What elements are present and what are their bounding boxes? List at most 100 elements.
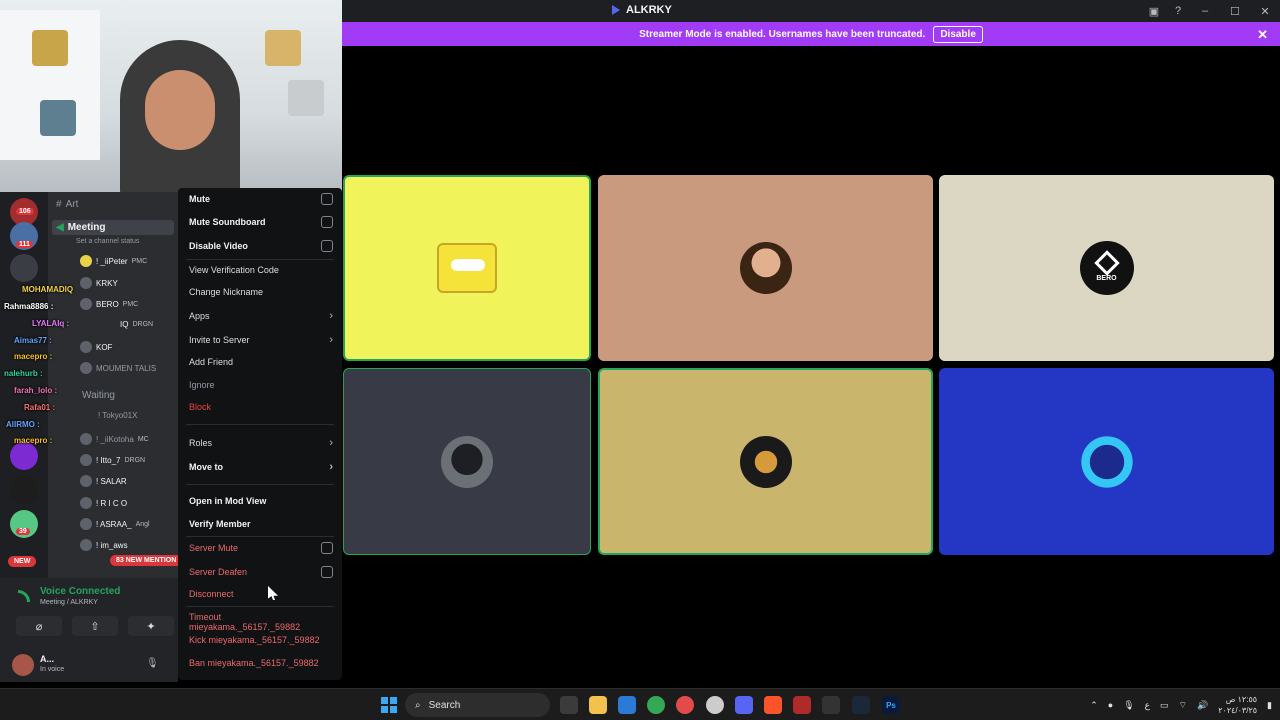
screen-icon[interactable]: ▣ bbox=[1142, 0, 1166, 22]
waiting-member[interactable]: ! R I C O bbox=[80, 497, 127, 509]
menu-item-add-friend[interactable]: Add Friend bbox=[189, 357, 333, 367]
notification-icon[interactable]: ▮ bbox=[1267, 700, 1272, 711]
checkbox[interactable] bbox=[321, 193, 333, 205]
menu-item-ban[interactable]: Ban mieyakama._56157._59882 bbox=[189, 658, 333, 668]
checkbox[interactable] bbox=[321, 240, 333, 252]
member-name: BERO bbox=[96, 299, 119, 309]
menu-item-move-to[interactable]: Move to › bbox=[189, 461, 333, 473]
voice-member[interactable]: ! _iiPeter PMC bbox=[80, 255, 147, 267]
screenshare-icon[interactable]: ⇧ bbox=[72, 616, 118, 636]
settings-icon[interactable] bbox=[706, 696, 724, 714]
new-mentions-badge[interactable]: 83 NEW MENTION bbox=[110, 555, 183, 566]
store-icon[interactable] bbox=[618, 696, 636, 714]
photoshop-icon[interactable]: Ps bbox=[882, 696, 900, 714]
menu-item-disable-video[interactable]: Disable Video bbox=[189, 240, 333, 252]
chat-line: nalehurb : bbox=[4, 369, 43, 378]
language-indicator[interactable]: ع bbox=[1145, 700, 1150, 711]
video-tile-bero[interactable]: BERO bbox=[939, 175, 1274, 361]
voice-member[interactable]: KOF bbox=[80, 341, 112, 353]
voice-member[interactable]: BERO PMC bbox=[80, 298, 138, 310]
menu-item-server-deafen[interactable]: Server Deafen bbox=[189, 566, 333, 578]
disable-streamer-button[interactable]: Disable bbox=[933, 25, 983, 43]
help-icon[interactable]: ? bbox=[1166, 0, 1190, 22]
checkbox[interactable] bbox=[321, 566, 333, 578]
menu-label: Ignore bbox=[189, 380, 215, 390]
voice-member[interactable]: MOUMEN TALIS bbox=[80, 362, 156, 374]
checkbox[interactable] bbox=[321, 542, 333, 554]
menu-item-apps[interactable]: Apps › bbox=[189, 310, 333, 322]
menu-item-view-verification-code[interactable]: View Verification Code bbox=[189, 265, 333, 275]
app-icon[interactable] bbox=[676, 696, 694, 714]
title-controls: ▣ ? – ☐ ✕ bbox=[1142, 0, 1280, 22]
video-tile-dark[interactable] bbox=[343, 368, 591, 555]
voice-member[interactable]: KRKY bbox=[80, 277, 118, 289]
volume-icon[interactable]: 🔊 bbox=[1197, 700, 1208, 711]
microphone-icon[interactable]: 🎙 bbox=[1123, 700, 1134, 711]
menu-item-verify-member[interactable]: Verify Member bbox=[189, 519, 333, 529]
waiting-member[interactable]: ! _iiKotoha MC bbox=[80, 433, 149, 445]
brave-icon[interactable] bbox=[764, 696, 782, 714]
menu-item-invite-to-server[interactable]: Invite to Server › bbox=[189, 334, 333, 346]
menu-item-mute[interactable]: Mute bbox=[189, 193, 333, 205]
member-avatar bbox=[80, 277, 92, 289]
minimize-button[interactable]: – bbox=[1190, 0, 1220, 22]
close-window-button[interactable]: ✕ bbox=[1250, 0, 1280, 22]
menu-item-roles[interactable]: Roles › bbox=[189, 437, 333, 449]
steam-icon[interactable] bbox=[852, 696, 870, 714]
user-name[interactable]: A... bbox=[40, 654, 54, 664]
channel-waiting[interactable]: Waiting bbox=[82, 390, 115, 401]
voice-member[interactable]: IQ DRGN bbox=[120, 320, 153, 329]
menu-item-mute-soundboard[interactable]: Mute Soundboard bbox=[189, 216, 333, 228]
microphone-icon[interactable]: 🎙 bbox=[146, 658, 159, 669]
waiting-member[interactable]: ! im_aws bbox=[80, 539, 128, 551]
voice-channel-path[interactable]: Meeting / ALKRKY bbox=[40, 599, 98, 606]
voice-connected-title[interactable]: Voice Connected bbox=[40, 586, 120, 597]
close-icon[interactable]: ✕ bbox=[1257, 27, 1268, 43]
new-badge[interactable]: NEW bbox=[8, 556, 37, 567]
menu-item-disconnect[interactable]: Disconnect bbox=[189, 589, 333, 599]
channel-status[interactable]: Set a channel status bbox=[76, 238, 139, 245]
menu-item-ignore[interactable]: Ignore bbox=[189, 380, 333, 390]
menu-label: Add Friend bbox=[189, 357, 234, 367]
file-explorer-icon[interactable] bbox=[589, 696, 607, 714]
server-badge-2: 111 bbox=[16, 241, 33, 248]
waiting-member[interactable]: ! ASRAA_ Angl bbox=[80, 518, 150, 530]
activities-icon[interactable]: ✦ bbox=[128, 616, 174, 636]
checkbox[interactable] bbox=[321, 216, 333, 228]
video-tile-minecraft[interactable] bbox=[598, 368, 933, 555]
waiting-member[interactable]: ! SALAR bbox=[80, 475, 127, 487]
maximize-button[interactable]: ☐ bbox=[1220, 0, 1250, 22]
task-view-icon[interactable] bbox=[560, 696, 578, 714]
tray-app-icon[interactable]: ● bbox=[1108, 700, 1113, 710]
windows-start-icon[interactable] bbox=[381, 697, 397, 713]
channel-meeting[interactable]: ◀ Meeting bbox=[52, 220, 174, 235]
server-icon-5[interactable] bbox=[10, 476, 38, 504]
taskbar-search[interactable]: ⌕ Search bbox=[405, 693, 550, 717]
menu-item-block[interactable]: Block bbox=[189, 402, 333, 412]
server-icon-3[interactable] bbox=[10, 254, 38, 282]
member-tag: MC bbox=[137, 435, 149, 443]
menu-item-server-mute[interactable]: Server Mute bbox=[189, 542, 333, 554]
menu-item-open-mod-view[interactable]: Open in Mod View bbox=[189, 496, 333, 506]
member-avatar bbox=[80, 497, 92, 509]
chrome-icon[interactable] bbox=[647, 696, 665, 714]
clock[interactable]: ١٢:٥٥ ص ٢٠٢٤/٠٣/٢٥ bbox=[1218, 694, 1257, 716]
menu-item-timeout[interactable]: Timeout mieyakama._56157._59882 bbox=[189, 612, 333, 632]
wifi-icon[interactable]: ⌔ bbox=[1179, 700, 1187, 711]
channel-art[interactable]: # Art bbox=[56, 199, 78, 210]
chevron-up-icon[interactable]: ⌃ bbox=[1090, 700, 1098, 711]
video-tile-anime[interactable] bbox=[939, 368, 1274, 555]
waiting-member[interactable]: ! Tokyo01X bbox=[98, 411, 137, 420]
menu-item-kick[interactable]: Kick mieyakama._56157._59882 bbox=[189, 635, 333, 645]
capcut-icon[interactable] bbox=[822, 696, 840, 714]
discord-icon[interactable] bbox=[735, 696, 753, 714]
pdf-icon[interactable] bbox=[793, 696, 811, 714]
camera-off-icon[interactable]: ⌀ bbox=[16, 616, 62, 636]
video-tile-spongebob[interactable] bbox=[343, 175, 591, 361]
video-tile-user-photo[interactable] bbox=[598, 175, 933, 361]
server-icon-4[interactable] bbox=[10, 442, 38, 470]
avatar[interactable] bbox=[12, 654, 34, 676]
display-icon[interactable]: ▭ bbox=[1160, 700, 1169, 711]
waiting-member[interactable]: ! Itto_7 DRGN bbox=[80, 454, 145, 466]
menu-item-change-nickname[interactable]: Change Nickname bbox=[189, 287, 333, 297]
